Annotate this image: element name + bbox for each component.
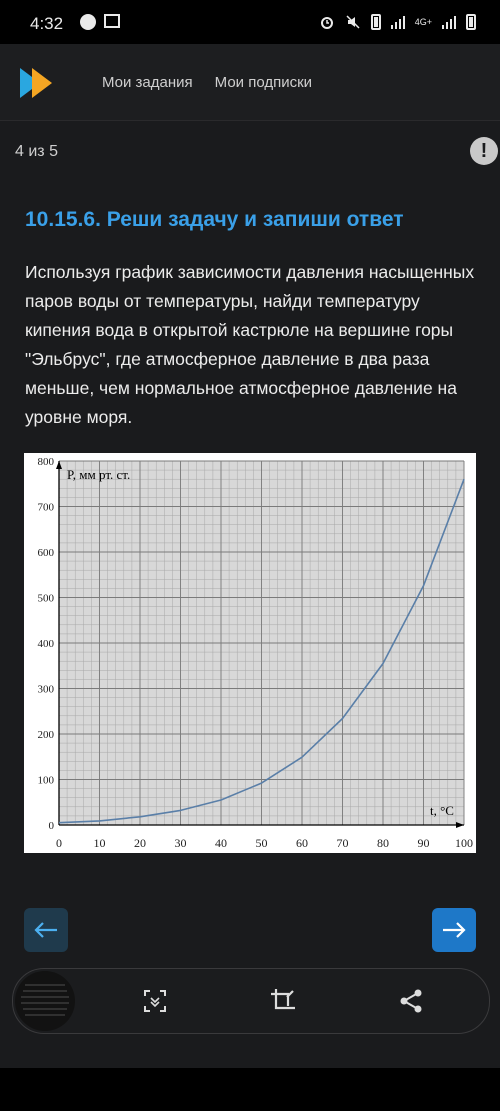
wifi-signal-icon [390,15,405,29]
y-tick-label: 400 [38,638,55,650]
screenshot-thumbnail[interactable] [15,971,75,1031]
x-tick-label: 70 [337,836,349,850]
x-axis-label: t, °C [430,803,454,818]
scan-icon[interactable] [141,987,169,1015]
main-nav: Мои задания Мои подписки [102,74,312,91]
mute-icon [346,15,360,29]
battery-icon [466,14,476,30]
gallery-icon [104,14,120,28]
y-tick-label: 200 [38,729,55,741]
arrow-left-icon [34,922,57,938]
y-tick-label: 100 [38,775,55,787]
x-tick-label: 20 [134,836,146,850]
x-tick-label: 0 [56,836,62,850]
x-tick-label: 60 [296,836,308,850]
network-type: 4G+ [414,16,432,27]
nav-my-tasks[interactable]: Мои задания [102,74,193,91]
y-tick-label: 600 [38,547,55,559]
system-icons: 4G+ [319,14,476,30]
share-icon[interactable] [397,987,425,1015]
system-nav-bar [0,1068,500,1111]
bottom-toolbar [12,968,490,1034]
task-text: Используя график зависимости давления на… [25,262,475,427]
x-tick-label: 80 [377,836,389,850]
task-counter: 4 из 5 [15,143,58,160]
pressure-chart: 0 10 20 30 40 50 60 70 80 90 100 0 100 200 300 400 500 60… [24,453,476,853]
chart-svg: 0 10 20 30 40 50 60 70 80 90 100 0 100 200 300 400 500 60… [38,456,474,850]
status-bar: 4:32 4G+ [0,0,500,44]
task-title: 10.15.6. Реши задачу и запиши ответ [25,208,404,231]
arrow-right-icon [443,922,466,938]
y-tick-label: 500 [38,593,55,605]
report-icon[interactable]: ! [470,137,498,165]
y-tick-label: 0 [49,820,55,832]
cell-signal-icon [442,15,456,29]
next-button[interactable] [432,908,476,952]
battery-saver-icon [370,14,381,30]
y-tick-label: 700 [38,502,55,514]
x-tick-label: 30 [175,836,187,850]
x-tick-label: 40 [215,836,227,850]
x-tick-label: 10 [94,836,106,850]
x-tick-label: 50 [256,836,268,850]
alarm-icon [320,17,333,29]
app-logo-icon[interactable] [20,68,60,98]
crop-edit-icon[interactable] [269,987,297,1015]
x-tick-label: 100 [455,836,473,850]
app-header: Мои задания Мои подписки [0,44,500,121]
y-tick-label: 300 [38,684,55,696]
nav-my-subscriptions[interactable]: Мои подписки [215,74,312,91]
y-axis-label: P, мм рт. ст. [67,467,130,482]
status-time: 4:32 [30,14,64,33]
prev-button[interactable] [24,908,68,952]
y-tick-label: 800 [38,456,55,468]
spotify-icon [80,14,96,30]
x-tick-label: 90 [418,836,430,850]
notification-icons [80,14,120,30]
